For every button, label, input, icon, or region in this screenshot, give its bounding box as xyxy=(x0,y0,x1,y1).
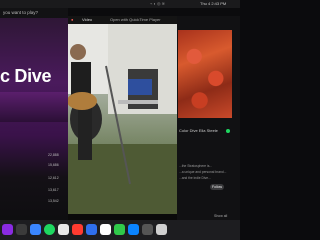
playing-indicator-icon xyxy=(226,129,230,133)
album-art[interactable] xyxy=(178,30,232,118)
menu-bar: Thu 4 2:43 PM ⌁ ◐ ◎ ≋ xyxy=(0,0,240,8)
dock-app-icon[interactable] xyxy=(2,224,13,235)
stat-3: 12,612 xyxy=(48,176,59,180)
video-frame-illustration xyxy=(68,24,177,214)
dock-app-icon[interactable] xyxy=(58,224,69,235)
trash-icon[interactable] xyxy=(156,224,167,235)
video-window-header: ● Video Open with QuickTime Player xyxy=(68,16,177,24)
artist-title: c Dive xyxy=(0,66,52,86)
search-text: you want to play? xyxy=(3,10,39,15)
dock-app-icon[interactable] xyxy=(16,224,27,235)
dock-app-icon[interactable] xyxy=(142,224,153,235)
desc-line-2: ...a unique and personal brand... xyxy=(179,170,227,174)
menubar-status-icons[interactable]: ⌁ ◐ ◎ ≋ xyxy=(150,1,165,7)
open-with-link[interactable]: Open with QuickTime Player xyxy=(110,17,161,22)
stat-2: 15,686 xyxy=(48,163,59,167)
stat-5: 13,542 xyxy=(48,199,59,203)
stat-1: 22,888 xyxy=(48,153,59,157)
hero-banner xyxy=(0,92,68,122)
menubar-clock[interactable]: Thu 4 2:43 PM xyxy=(200,1,226,7)
dock-app-icon[interactable] xyxy=(100,224,111,235)
dock-app-icon[interactable] xyxy=(30,224,41,235)
spotify-icon[interactable] xyxy=(44,224,55,235)
search-bar[interactable]: you want to play? xyxy=(0,8,68,18)
video-title: Video xyxy=(82,17,93,22)
dock-app-icon[interactable] xyxy=(72,224,83,235)
dock-app-icon[interactable] xyxy=(128,224,139,235)
desc-line-1: ...the Stratosphere is... xyxy=(179,164,213,168)
show-all-link[interactable]: Show all xyxy=(214,214,227,218)
desc-line-3: ...and the indie Dive... xyxy=(179,176,211,180)
dock-app-icon[interactable] xyxy=(114,224,125,235)
close-icon[interactable]: ● xyxy=(71,17,73,22)
stat-4: 13,617 xyxy=(48,188,59,192)
track-caption: Color Dive Ella Steele xyxy=(179,128,218,133)
follow-button[interactable]: Follow xyxy=(210,184,224,190)
dock-app-icon[interactable] xyxy=(86,224,97,235)
video-frame[interactable] xyxy=(68,24,177,214)
